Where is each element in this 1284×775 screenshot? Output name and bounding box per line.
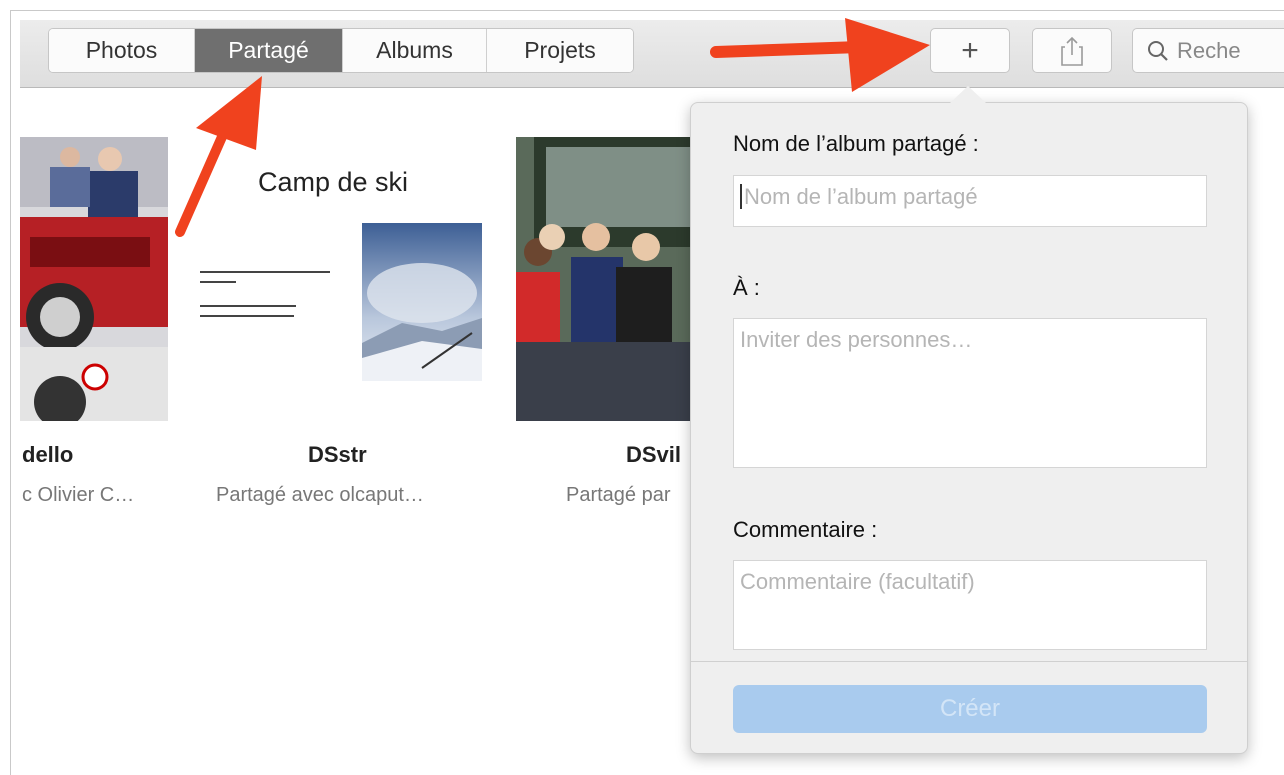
cover-text-lines (200, 271, 330, 317)
create-button[interactable]: Créer (733, 685, 1207, 733)
album-name: DSvil (626, 442, 682, 467)
album-name: dello (22, 442, 74, 467)
tab-partage[interactable]: Partagé (195, 29, 343, 72)
album-cover-motorcycle[interactable] (20, 137, 168, 421)
plus-icon: + (961, 33, 979, 67)
share-button[interactable] (1032, 28, 1112, 73)
album-subtitle: c Olivier C… (22, 484, 135, 506)
comment-input[interactable]: Commentaire (facultatif) (733, 560, 1207, 650)
share-icon (1061, 36, 1083, 66)
popover-arrow (950, 86, 986, 103)
search-placeholder: Reche (1177, 37, 1241, 63)
tab-projets[interactable]: Projets (487, 29, 633, 72)
search-icon (1148, 41, 1168, 61)
snow-mountain-photo (362, 223, 482, 381)
album-name: DSstr (308, 442, 367, 467)
album-cover-ski[interactable]: Camp de ski (196, 137, 488, 421)
to-label: À : (733, 275, 760, 300)
cover-title: Camp de ski (258, 167, 409, 197)
comment-placeholder: Commentaire (facultatif) (740, 569, 975, 594)
album-name-label: Nom de l’album partagé : (733, 131, 979, 156)
tab-photos[interactable]: Photos (49, 29, 195, 72)
add-button[interactable]: + (930, 28, 1010, 73)
popover-divider (691, 661, 1247, 662)
album-name-input[interactable]: Nom de l’album partagé (733, 175, 1207, 227)
comment-label: Commentaire : (733, 517, 878, 542)
invite-people-input[interactable]: Inviter des personnes… (733, 318, 1207, 468)
invite-placeholder: Inviter des personnes… (740, 327, 973, 352)
album-cover-kids[interactable] (516, 137, 696, 421)
tab-albums[interactable]: Albums (343, 29, 487, 72)
view-segmented-control: Photos Partagé Albums Projets (48, 28, 634, 73)
search-field[interactable]: Reche (1132, 28, 1284, 73)
group-photo (516, 137, 696, 421)
album-name-placeholder: Nom de l’album partagé (740, 184, 978, 209)
album-subtitle: Partagé avec olcaput… (216, 484, 424, 506)
motorcycle-photo (20, 137, 168, 421)
new-shared-album-popover: Nom de l’album partagé : Nom de l’album … (690, 102, 1248, 754)
toolbar: Photos Partagé Albums Projets + Reche (20, 20, 1284, 88)
album-subtitle: Partagé par (566, 484, 671, 506)
